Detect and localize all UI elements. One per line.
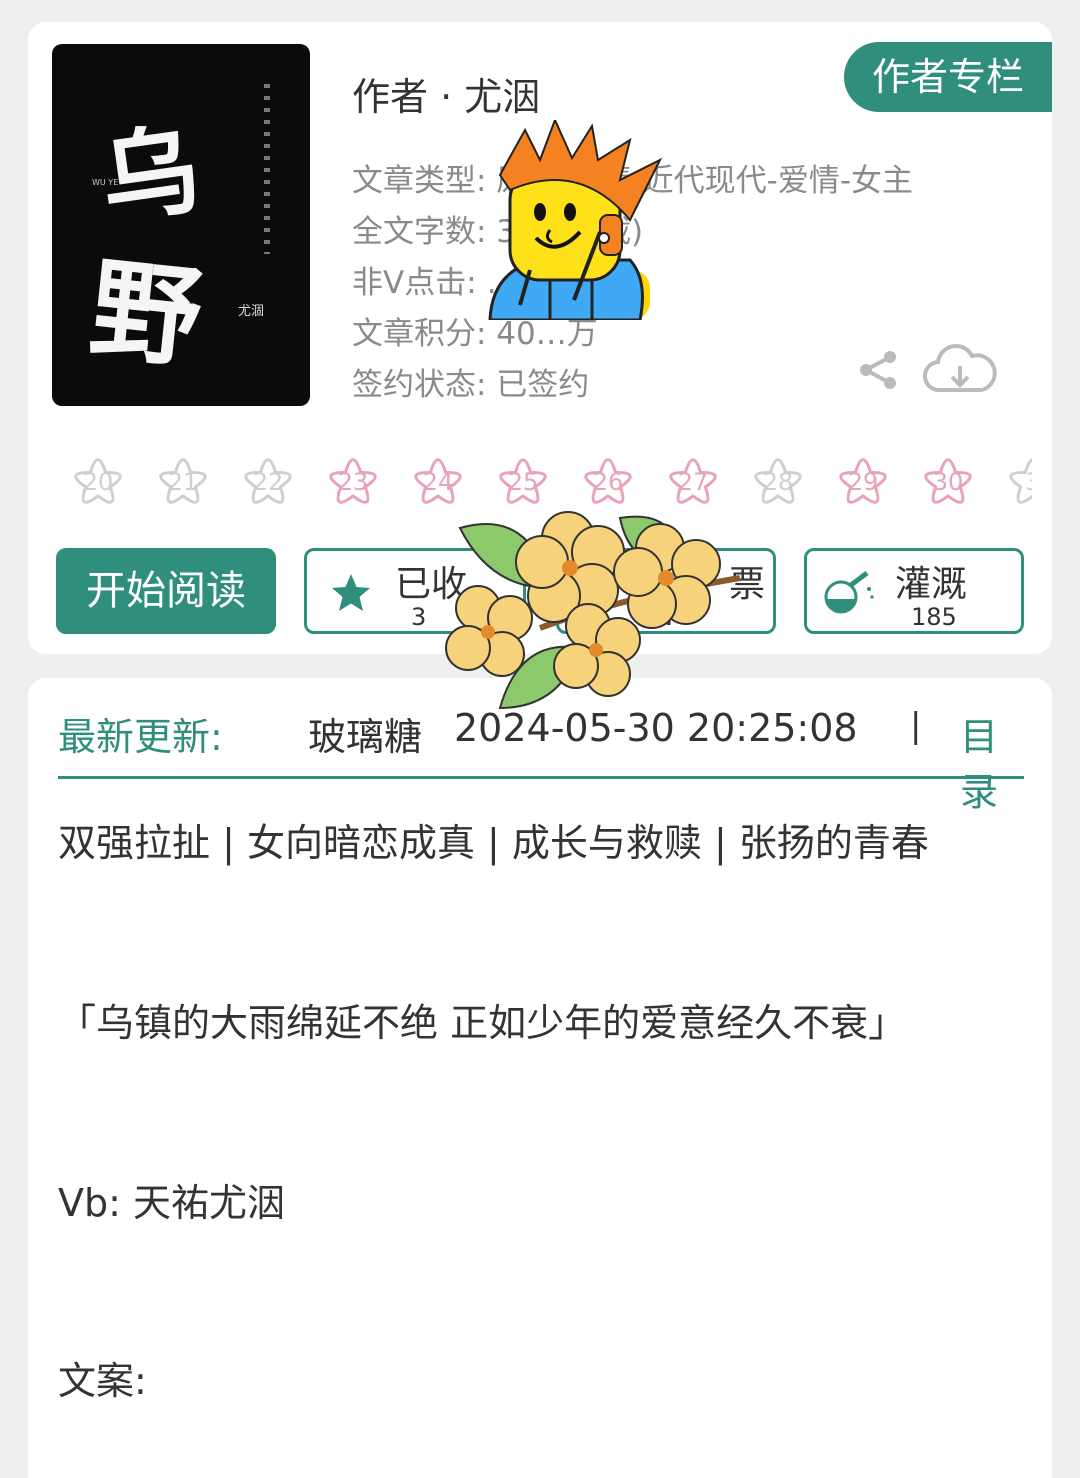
start-reading-button[interactable]: 开始阅读 (56, 548, 276, 634)
water-label: 灌溉 (895, 564, 968, 605)
book-description-card: 最新更新: 玻璃糖 2024-05-30 20:25:08 | 目录 双强拉扯 … (28, 678, 1052, 1478)
synopsis-label: 文案: (58, 1359, 147, 1403)
rating-flower: 23 (317, 446, 389, 518)
book-cover[interactable]: 乌 WU YE 野 尤涸 (52, 44, 310, 406)
star-icon (332, 574, 370, 611)
table-of-contents-link[interactable]: 目录 (960, 706, 1024, 816)
cartoon-character-sticker (488, 120, 663, 320)
flower-label: 21 (167, 468, 199, 496)
tags-line: 双强拉扯 | 女向暗恋成真 | 成长与救赎 | 张扬的青春 (58, 821, 929, 865)
rating-flower: 3 (997, 446, 1032, 518)
latest-update-label: 最新更新: (58, 715, 223, 759)
rating-flower: 21 (147, 446, 219, 518)
cover-author: 尤涸 (238, 304, 265, 319)
water-count: 185 (911, 603, 957, 631)
flower-label: 20 (82, 468, 114, 496)
rating-flower: 22 (232, 446, 304, 518)
share-icon[interactable] (856, 348, 900, 392)
flower-label: 29 (847, 468, 879, 496)
author-name[interactable]: 作者 · 尤洇 (352, 66, 540, 121)
meta-contract: 签约状态: 已签约 (352, 367, 590, 403)
rating-flower: 20 (62, 446, 134, 518)
latest-chapter-link[interactable]: 玻璃糖 (308, 706, 422, 761)
flower-label: 23 (337, 468, 369, 496)
flower-label: 30 (932, 468, 964, 496)
download-cloud-icon[interactable] (922, 340, 998, 400)
water-button[interactable]: 灌溉 185 (804, 548, 1024, 634)
rating-flower: 29 (827, 446, 899, 518)
cover-decoration (264, 84, 270, 254)
rating-flower: 30 (912, 446, 984, 518)
cover-title-char-2: 野 (84, 243, 208, 384)
watering-flask-icon (824, 571, 874, 614)
flower-label: 22 (252, 468, 284, 496)
weibo-line: Vb: 天祐尤洇 (58, 1181, 285, 1225)
cover-pinyin: WU YE (92, 178, 119, 187)
quote-line: 「乌镇的大雨绵延不绝 正如少年的爱意经久不衰」 (58, 1001, 907, 1045)
osmanthus-flower-sticker (445, 511, 741, 710)
divider: | (910, 706, 922, 746)
flower-label: 3 (997, 446, 1032, 518)
author-column-button[interactable]: 作者专栏 (844, 42, 1052, 112)
